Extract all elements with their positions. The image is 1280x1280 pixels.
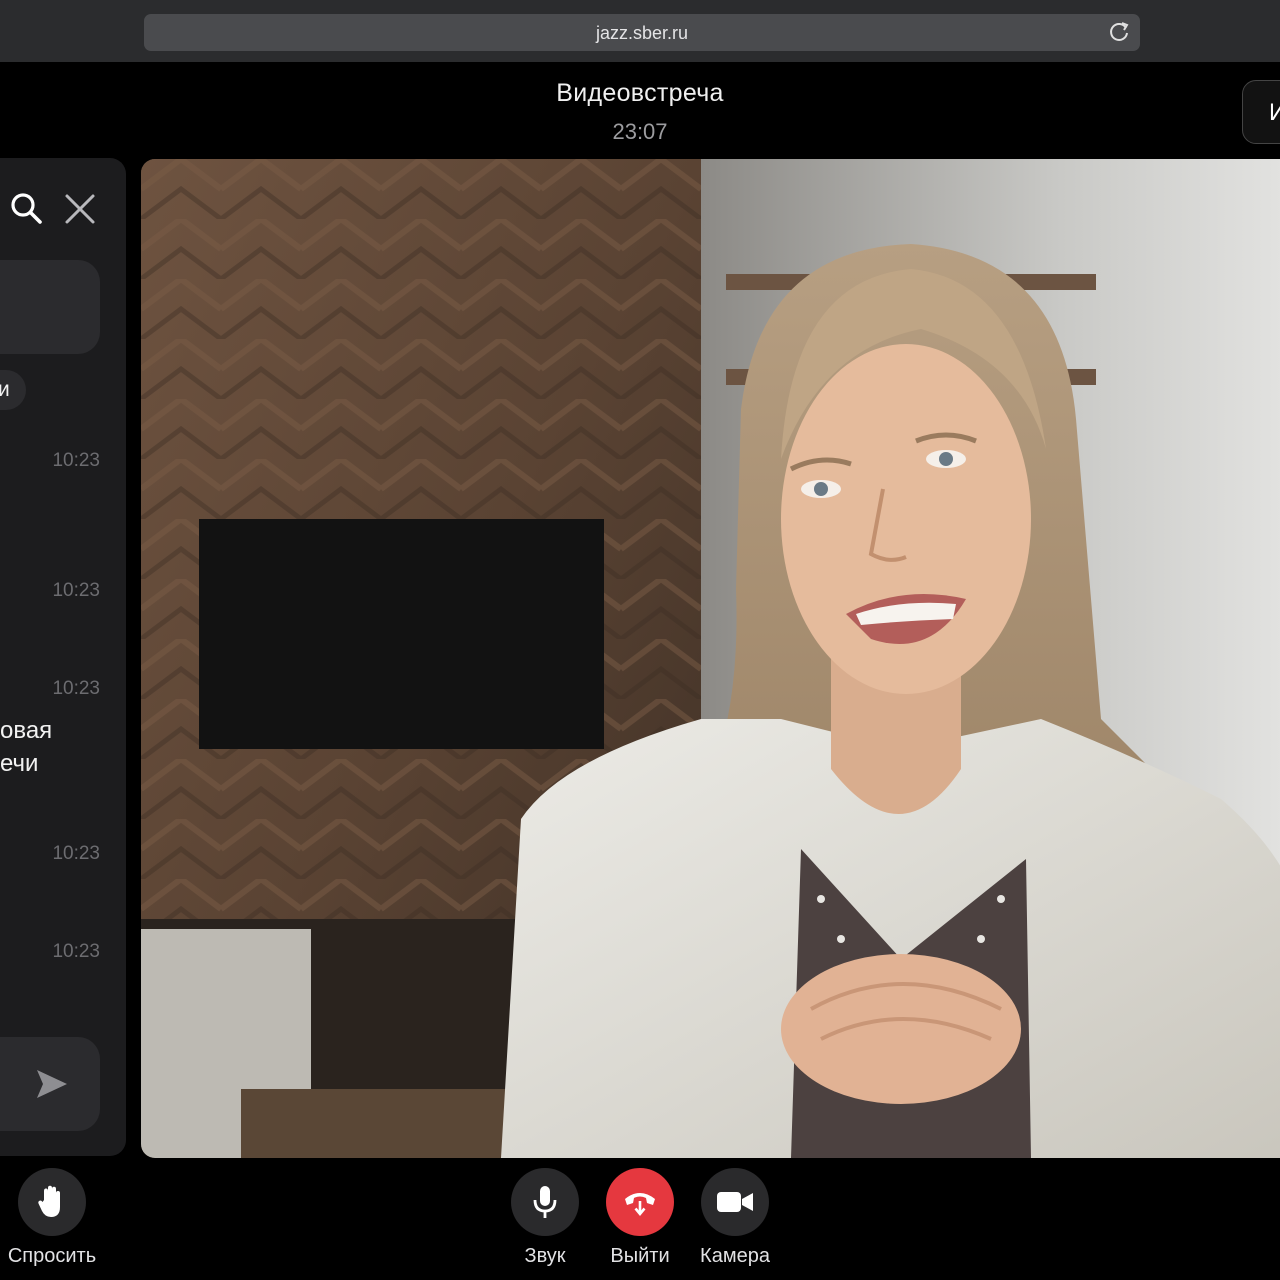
video-frame	[141, 159, 1280, 1158]
sound-label: Звук	[524, 1245, 566, 1267]
close-icon[interactable]	[64, 193, 96, 225]
browser-bar: jazz.sber.ru	[0, 0, 1280, 62]
camera-button[interactable]: Камера	[700, 1168, 770, 1267]
message-time: 10:23	[52, 941, 100, 962]
chat-message-bubble	[0, 260, 100, 354]
address-bar[interactable]: jazz.sber.ru	[144, 14, 1140, 51]
ask-label: Спросить	[7, 1245, 97, 1267]
message-text: овая	[0, 717, 53, 744]
ask-button[interactable]: Спросить	[8, 1168, 96, 1267]
message-time: 10:23	[52, 843, 100, 864]
participant-video	[141, 159, 1280, 1158]
raise-hand-icon	[38, 1185, 60, 1217]
message-text: ечи	[0, 750, 39, 777]
sound-button-circle[interactable]	[511, 1168, 579, 1236]
message-time: 10:23	[52, 450, 100, 471]
chat-filter-pill[interactable]: и	[0, 370, 26, 410]
camera-icon	[717, 1192, 753, 1212]
leave-button[interactable]: Выйти	[605, 1168, 675, 1267]
message-time: 10:23	[52, 678, 100, 699]
microphone-icon	[533, 1186, 557, 1218]
address-url: jazz.sber.ru	[595, 23, 689, 43]
send-icon[interactable]	[34, 1066, 70, 1102]
chat-panel: и 10:23 10:23 10:23 овая ечи 10:23 10:23	[0, 158, 126, 1156]
sound-button[interactable]: Звук	[510, 1168, 580, 1267]
meeting-header: Видеовстреча 23:07 И	[0, 62, 1280, 158]
search-icon[interactable]	[9, 191, 43, 225]
chat-input-field[interactable]	[0, 1037, 100, 1131]
meeting-title: Видеовстреча	[556, 79, 724, 107]
top-right-button[interactable]: И	[1242, 80, 1280, 144]
meeting-time: 23:07	[612, 119, 668, 144]
camera-button-circle[interactable]	[701, 1168, 769, 1236]
ask-button-circle[interactable]	[18, 1168, 86, 1236]
reload-icon[interactable]	[1108, 20, 1132, 44]
top-right-button-label: И	[1269, 99, 1280, 126]
hang-up-icon	[625, 1193, 655, 1217]
leave-label: Выйти	[610, 1245, 670, 1267]
chat-filter-label: и	[0, 378, 10, 401]
leave-button-circle[interactable]	[606, 1168, 674, 1236]
message-time: 10:23	[52, 580, 100, 601]
camera-label: Камера	[700, 1245, 770, 1267]
